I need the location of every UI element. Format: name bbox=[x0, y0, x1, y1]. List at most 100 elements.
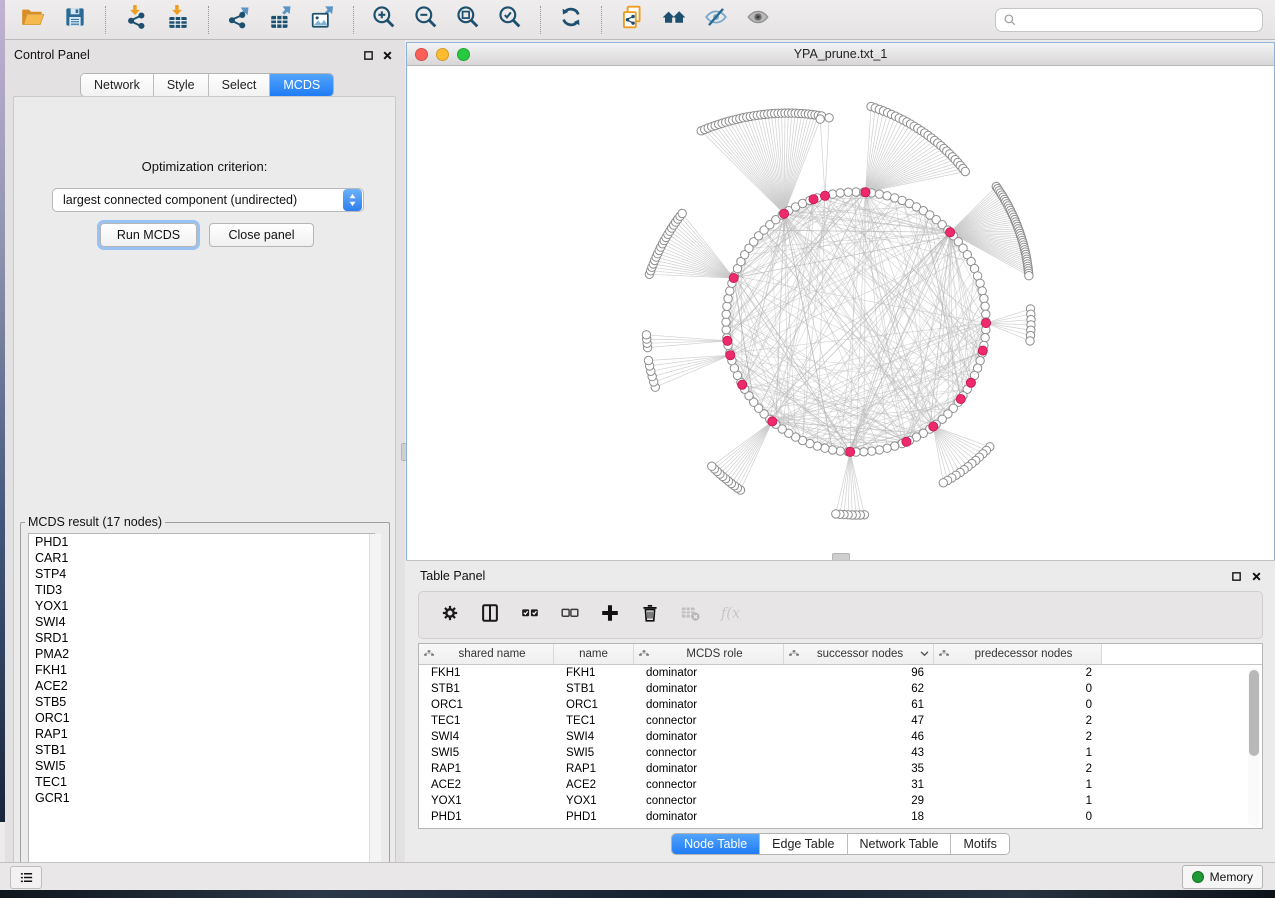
close-icon[interactable] bbox=[1250, 570, 1263, 583]
tab-style[interactable]: Style bbox=[154, 74, 209, 96]
tab-select[interactable]: Select bbox=[209, 74, 271, 96]
table-row[interactable]: SWI4SWI4dominator462 bbox=[419, 729, 1262, 745]
mcds-result-item[interactable]: FKH1 bbox=[29, 662, 374, 678]
tab-motifs[interactable]: Motifs bbox=[951, 834, 1008, 854]
mcds-result-item[interactable]: PMA2 bbox=[29, 646, 374, 662]
table-cell: RAP1 bbox=[419, 761, 554, 777]
zoom-out-button[interactable] bbox=[408, 5, 444, 35]
list-icon bbox=[18, 870, 35, 885]
table-cell: 43 bbox=[784, 745, 934, 761]
run-mcds-button[interactable]: Run MCDS bbox=[100, 223, 197, 247]
duplicate-network-button[interactable] bbox=[614, 5, 650, 35]
export-image-button[interactable] bbox=[305, 5, 341, 35]
close-panel-button[interactable]: Close panel bbox=[209, 223, 314, 247]
mcds-result-item[interactable]: CAR1 bbox=[29, 550, 374, 566]
table-row[interactable]: STB1STB1dominator620 bbox=[419, 681, 1262, 697]
table-panel-header: Table Panel bbox=[406, 561, 1275, 589]
mcds-result-item[interactable]: SWI4 bbox=[29, 614, 374, 630]
memory-button[interactable]: Memory bbox=[1182, 865, 1263, 889]
column-header-shared-name[interactable]: shared name bbox=[419, 644, 554, 664]
refresh-button[interactable] bbox=[553, 5, 589, 35]
open-button[interactable] bbox=[15, 5, 51, 35]
control-panel: Control Panel NetworkStyleSelectMCDS Opt… bbox=[5, 40, 405, 862]
export-table-button[interactable] bbox=[263, 5, 299, 35]
memory-status-icon bbox=[1192, 871, 1204, 883]
show-all-button[interactable] bbox=[740, 5, 776, 35]
table-row[interactable]: PHD1PHD1dominator180 bbox=[419, 809, 1262, 825]
column-header-MCDS-role[interactable]: MCDS role bbox=[634, 644, 784, 664]
table-row[interactable]: TEC1TEC1connector472 bbox=[419, 713, 1262, 729]
mcds-result-item[interactable]: TEC1 bbox=[29, 774, 374, 790]
command-list-button[interactable] bbox=[10, 866, 42, 889]
search-input[interactable] bbox=[1022, 12, 1255, 28]
mcds-result-item[interactable]: RAP1 bbox=[29, 726, 374, 742]
mcds-result-item[interactable]: TID3 bbox=[29, 582, 374, 598]
tab-node-table[interactable]: Node Table bbox=[672, 834, 760, 854]
float-icon[interactable] bbox=[1230, 570, 1243, 583]
mcds-result-title: MCDS result (17 nodes) bbox=[25, 515, 165, 529]
mcds-result-item[interactable]: STB5 bbox=[29, 694, 374, 710]
add-button[interactable] bbox=[593, 600, 627, 630]
table-row[interactable]: RAP1RAP1dominator352 bbox=[419, 761, 1262, 777]
column-header-successor-nodes[interactable]: successor nodes bbox=[784, 644, 934, 664]
mcds-result-item[interactable]: SWI5 bbox=[29, 758, 374, 774]
save-button[interactable] bbox=[57, 5, 93, 35]
zoom-in-button[interactable] bbox=[366, 5, 402, 35]
optimization-criterion-select[interactable]: largest connected component (undirected) bbox=[52, 188, 364, 212]
mcds-result-item[interactable]: SRD1 bbox=[29, 630, 374, 646]
column-header-filler bbox=[1102, 644, 1262, 664]
table-cell: STB1 bbox=[419, 681, 554, 697]
columns-button[interactable] bbox=[473, 600, 507, 630]
export-network-icon bbox=[226, 4, 252, 35]
import-network-button[interactable] bbox=[118, 5, 154, 35]
tab-edge-table[interactable]: Edge Table bbox=[760, 834, 847, 854]
table-cell: dominator bbox=[634, 681, 784, 697]
table-row[interactable]: ACE2ACE2connector311 bbox=[419, 777, 1262, 793]
table-cell: YOX1 bbox=[419, 793, 554, 809]
import-table-button[interactable] bbox=[160, 5, 196, 35]
delete-button[interactable] bbox=[633, 600, 667, 630]
table-row[interactable]: SWI5SWI5connector431 bbox=[419, 745, 1262, 761]
mcds-result-item[interactable]: ORC1 bbox=[29, 710, 374, 726]
table-scrollbar-thumb[interactable] bbox=[1249, 670, 1259, 756]
tab-network[interactable]: Network bbox=[81, 74, 154, 96]
mcds-result-item[interactable]: YOX1 bbox=[29, 598, 374, 614]
tab-mcds[interactable]: MCDS bbox=[270, 74, 333, 96]
mcds-result-item[interactable]: PHD1 bbox=[29, 534, 374, 550]
tab-network-table[interactable]: Network Table bbox=[848, 834, 952, 854]
hide-selected-button[interactable] bbox=[698, 5, 734, 35]
select-all-button[interactable] bbox=[513, 600, 547, 630]
table-row[interactable]: FKH1FKH1dominator962 bbox=[419, 665, 1262, 681]
float-icon[interactable] bbox=[362, 49, 375, 62]
table-cell: 96 bbox=[784, 665, 934, 681]
control-panel-title: Control Panel bbox=[14, 48, 90, 62]
table-cell: dominator bbox=[634, 729, 784, 745]
close-icon[interactable] bbox=[381, 49, 394, 62]
first-neighbors-button[interactable] bbox=[656, 5, 692, 35]
zoom-in-icon bbox=[371, 4, 397, 35]
hierarchy-icon bbox=[938, 648, 950, 660]
mcds-result-item[interactable]: STP4 bbox=[29, 566, 374, 582]
table-row[interactable]: YOX1YOX1connector291 bbox=[419, 793, 1262, 809]
export-image-icon bbox=[310, 4, 336, 35]
mcds-list-scrollbar[interactable] bbox=[369, 534, 381, 872]
table-scrollbar[interactable] bbox=[1248, 668, 1260, 826]
zoom-selected-button[interactable] bbox=[492, 5, 528, 35]
table-cell: 1 bbox=[934, 745, 1102, 761]
table-cell: 1 bbox=[934, 777, 1102, 793]
table-row[interactable]: ORC1ORC1dominator610 bbox=[419, 697, 1262, 713]
mcds-result-item[interactable]: ACE2 bbox=[29, 678, 374, 694]
settings-button[interactable] bbox=[433, 600, 467, 630]
search-box[interactable] bbox=[995, 8, 1263, 32]
mcds-result-list[interactable]: PHD1CAR1STP4TID3YOX1SWI4SRD1PMA2FKH1ACE2… bbox=[28, 533, 375, 875]
export-network-button[interactable] bbox=[221, 5, 257, 35]
network-view-canvas[interactable] bbox=[407, 66, 1274, 560]
column-header-name[interactable]: name bbox=[554, 644, 634, 664]
zoom-fit-button[interactable] bbox=[450, 5, 486, 35]
table-cell: SWI4 bbox=[419, 729, 554, 745]
deselect-all-button[interactable] bbox=[553, 600, 587, 630]
mcds-result-item[interactable]: GCR1 bbox=[29, 790, 374, 806]
network-window-titlebar[interactable]: YPA_prune.txt_1 bbox=[407, 43, 1274, 66]
column-header-predecessor-nodes[interactable]: predecessor nodes bbox=[934, 644, 1102, 664]
mcds-result-item[interactable]: STB1 bbox=[29, 742, 374, 758]
